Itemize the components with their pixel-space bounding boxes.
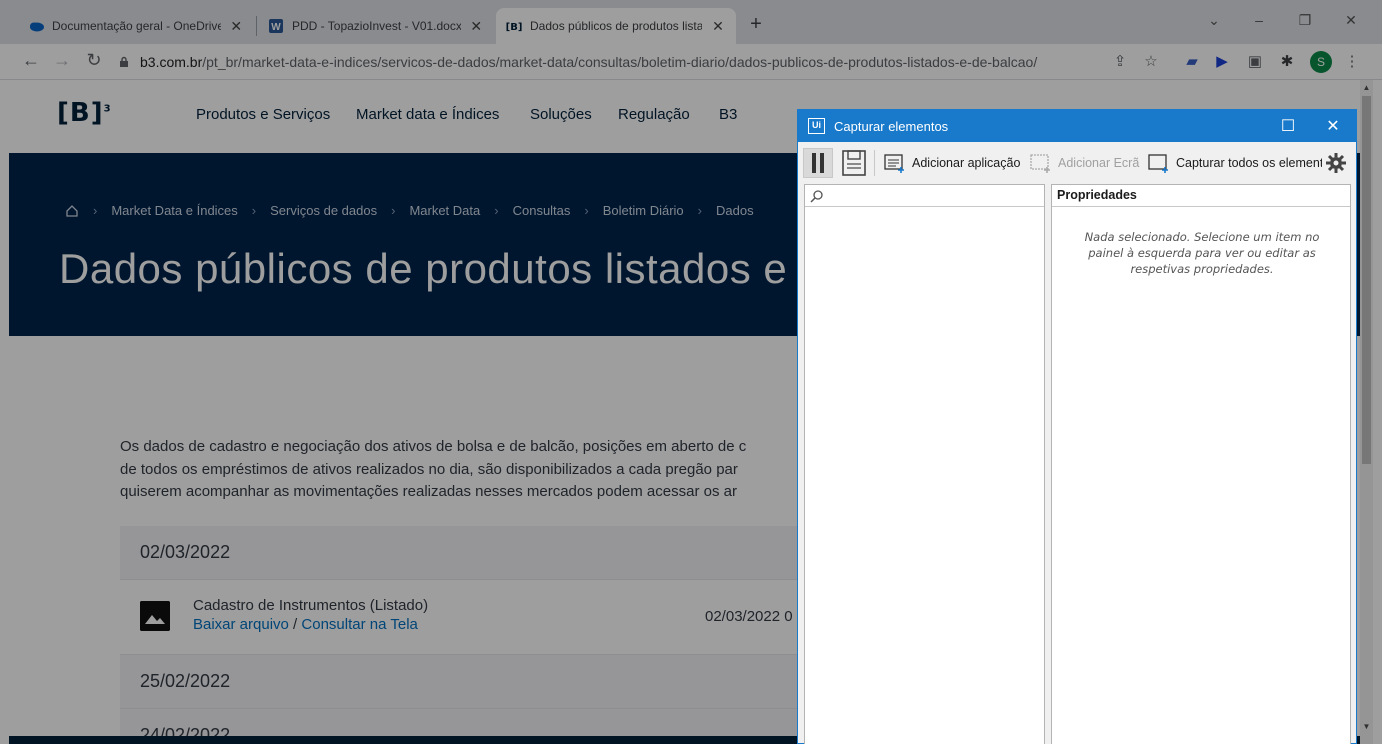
- search-icon: [810, 190, 823, 203]
- add-screen-label: Adicionar Ecrã: [1058, 156, 1140, 170]
- capture-all-button[interactable]: Capturar todos os elemento: [1148, 150, 1322, 176]
- add-screen-button[interactable]: Adicionar Ecrã: [1030, 150, 1139, 176]
- uipath-logo-icon: Ui: [808, 118, 825, 134]
- pause-button[interactable]: [803, 148, 833, 178]
- properties-header: Propriedades: [1052, 185, 1350, 207]
- maximize-icon[interactable]: ☐: [1278, 116, 1298, 136]
- close-dialog-icon[interactable]: ✕: [1323, 116, 1343, 136]
- settings-gear-icon[interactable]: [1325, 152, 1347, 174]
- save-icon[interactable]: [841, 149, 867, 177]
- elements-tree-pane[interactable]: [804, 184, 1045, 744]
- add-screen-icon: [1030, 154, 1050, 173]
- add-application-label: Adicionar aplicação: [912, 156, 1021, 170]
- dialog-titlebar: Ui Capturar elementos ☐ ✕: [798, 110, 1356, 142]
- add-application-icon: [884, 154, 904, 173]
- capture-all-label: Capturar todos os elemento: [1176, 156, 1322, 170]
- elements-search-input[interactable]: [805, 185, 1044, 207]
- add-application-button[interactable]: Adicionar aplicação: [884, 150, 1020, 176]
- dialog-toolbar: Adicionar aplicação Adicionar Ecrã Captu…: [798, 142, 1356, 184]
- properties-empty-message: Nada selecionado. Selecione um item no p…: [1084, 230, 1320, 276]
- toolbar-divider: [874, 150, 875, 176]
- properties-pane: Propriedades Nada selecionado. Selecione…: [1051, 184, 1351, 744]
- capture-all-icon: [1148, 154, 1168, 173]
- pause-icon: [812, 153, 824, 173]
- capture-elements-dialog: Ui Capturar elementos ☐ ✕ Adicionar apli…: [797, 109, 1357, 744]
- dialog-title: Capturar elementos: [834, 119, 949, 134]
